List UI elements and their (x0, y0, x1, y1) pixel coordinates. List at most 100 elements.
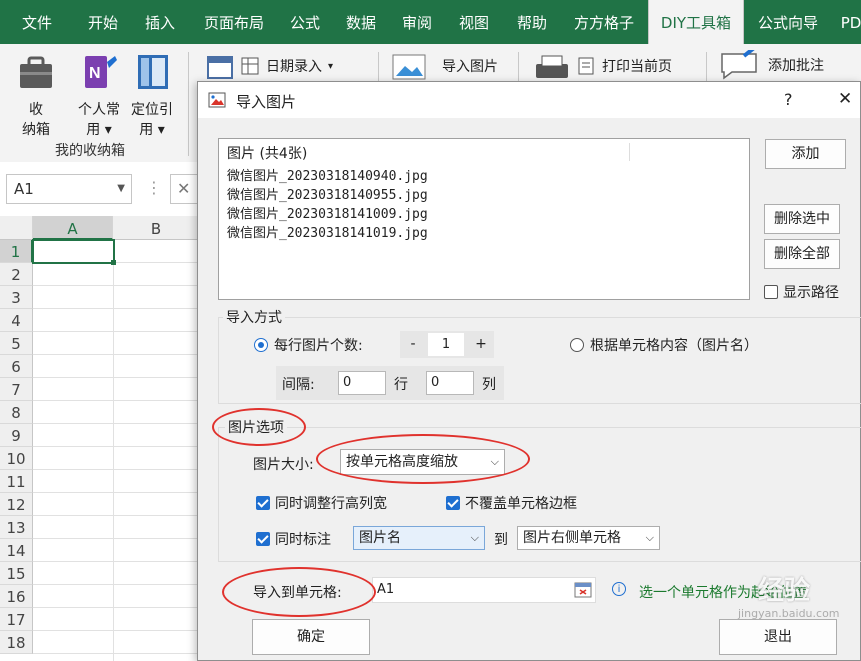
list-item[interactable]: 微信图片_20230318141019.jpg (227, 222, 428, 241)
list-item[interactable]: 微信图片_20230318140955.jpg (227, 184, 428, 203)
name-box[interactable]: A1 ▼ (6, 174, 132, 204)
chevron-down-icon: ⌵ (645, 531, 654, 544)
tab-formula-wizard[interactable]: 公式向导 (748, 0, 828, 44)
active-cell-a1[interactable] (32, 239, 115, 264)
ribbon-separator-3 (518, 52, 519, 82)
tab-file[interactable]: 文件 (8, 0, 66, 44)
row-header[interactable]: 8 (0, 401, 33, 424)
table-row[interactable] (33, 424, 200, 447)
ok-button[interactable]: 确定 (252, 619, 370, 655)
column-header-a[interactable]: A (33, 216, 113, 240)
tab-formulas[interactable]: 公式 (280, 0, 330, 44)
table-row[interactable] (33, 470, 200, 493)
dialog-title: 导入图片 (236, 93, 297, 111)
row-header[interactable]: 5 (0, 332, 33, 355)
row-header[interactable]: 3 (0, 286, 33, 309)
table-row[interactable] (33, 309, 200, 332)
row-header[interactable]: 12 (0, 493, 33, 516)
row-header[interactable]: 9 (0, 424, 33, 447)
row-unit-label: 行 (394, 377, 408, 393)
personal-common-button[interactable]: N 个人常 用 ▾ (72, 52, 126, 140)
image-file-list[interactable]: 图片 (共4张) 微信图片_20230318140940.jpg 微信图片_20… (218, 138, 750, 300)
row-header[interactable]: 16 (0, 585, 33, 608)
table-row[interactable] (33, 286, 200, 309)
tab-fangfang[interactable]: 方方格子 (566, 0, 642, 44)
print-page-button[interactable]: 打印当前页 (534, 52, 672, 80)
tab-page-layout[interactable]: 页面布局 (194, 0, 274, 44)
annotate-target-select[interactable]: 图片右侧单元格 ⌵ (517, 526, 660, 550)
select-all-corner[interactable] (0, 216, 33, 240)
import-to-cell-input[interactable]: A1 (372, 577, 596, 603)
decrement-button[interactable]: - (400, 331, 426, 358)
close-button[interactable]: ✕ (838, 89, 852, 109)
delete-all-button[interactable]: 删除全部 (764, 239, 840, 269)
tab-insert[interactable]: 插入 (134, 0, 186, 44)
help-button[interactable]: ? (784, 90, 793, 109)
more-icon: ⋮ (146, 178, 162, 197)
row-header[interactable]: 6 (0, 355, 33, 378)
locate-reference-button[interactable]: 定位引 用 ▾ (126, 52, 178, 140)
col-spacing-input[interactable]: 0 (426, 371, 474, 395)
tab-data[interactable]: 数据 (336, 0, 386, 44)
add-comment-button[interactable]: 添加批注 (718, 50, 824, 80)
list-header-divider (629, 143, 630, 161)
no-cover-border-checkbox[interactable] (446, 496, 460, 510)
annotate-checkbox[interactable] (256, 532, 270, 546)
table-row[interactable] (33, 516, 200, 539)
table-row[interactable] (33, 608, 200, 631)
chevron-down-icon: ⌵ (490, 455, 499, 468)
row-header[interactable]: 10 (0, 447, 33, 470)
table-row[interactable] (33, 585, 200, 608)
table-row[interactable] (33, 355, 200, 378)
add-button[interactable]: 添加 (765, 139, 846, 169)
delete-selected-button[interactable]: 删除选中 (764, 204, 840, 234)
exit-button[interactable]: 退出 (719, 619, 837, 655)
list-item[interactable]: 微信图片_20230318140940.jpg (227, 165, 428, 184)
row-header[interactable]: 14 (0, 539, 33, 562)
fill-handle[interactable] (111, 260, 116, 265)
annotate-content-select[interactable]: 图片名 ⌵ (353, 526, 485, 550)
tab-view[interactable]: 视图 (448, 0, 500, 44)
row-spacing-input[interactable]: 0 (338, 371, 386, 395)
per-row-input[interactable]: 1 (428, 333, 464, 356)
row-header[interactable]: 15 (0, 562, 33, 585)
ribbon-separator (188, 52, 189, 156)
list-item[interactable]: 微信图片_20230318141009.jpg (227, 203, 428, 222)
increment-button[interactable]: + (468, 331, 494, 358)
row-header[interactable]: 1 (0, 240, 33, 263)
per-row-radio[interactable] (254, 338, 268, 352)
row-header[interactable]: 7 (0, 378, 33, 401)
table-row[interactable] (33, 447, 200, 470)
tab-diy-toolbox[interactable]: DIY工具箱 (648, 0, 744, 44)
row-header[interactable]: 18 (0, 631, 33, 654)
import-image-ribbon-button[interactable]: 导入图片 (392, 52, 498, 80)
tab-pdf[interactable]: PD (836, 0, 861, 44)
table-row[interactable] (33, 332, 200, 355)
table-row[interactable] (33, 631, 200, 654)
date-entry-button[interactable]: 日期录入 ▾ (206, 52, 333, 80)
table-row[interactable] (33, 378, 200, 401)
table-row[interactable] (33, 263, 200, 286)
column-header-b[interactable]: B (113, 216, 200, 240)
storage-box-button[interactable]: 收 纳箱 (10, 52, 62, 140)
dialog-titlebar: 导入图片 ? ✕ (198, 82, 860, 118)
adjust-rowcol-checkbox[interactable] (256, 496, 270, 510)
show-path-checkbox[interactable] (764, 285, 778, 299)
table-row[interactable] (33, 562, 200, 585)
row-header[interactable]: 11 (0, 470, 33, 493)
cell-picker-icon[interactable] (574, 582, 592, 598)
tab-help[interactable]: 帮助 (506, 0, 558, 44)
row-header[interactable]: 13 (0, 516, 33, 539)
by-cell-content-radio[interactable] (570, 338, 584, 352)
table-row[interactable] (33, 401, 200, 424)
row-header[interactable]: 17 (0, 608, 33, 631)
calendar-icon (207, 56, 233, 79)
tab-home[interactable]: 开始 (74, 0, 132, 44)
print-page-label: 打印当前页 (602, 59, 672, 75)
row-header[interactable]: 4 (0, 309, 33, 332)
tab-review[interactable]: 审阅 (392, 0, 442, 44)
table-row[interactable] (33, 493, 200, 516)
image-size-select[interactable]: 按单元格高度缩放 ⌵ (340, 449, 505, 475)
table-row[interactable] (33, 539, 200, 562)
row-header[interactable]: 2 (0, 263, 33, 286)
